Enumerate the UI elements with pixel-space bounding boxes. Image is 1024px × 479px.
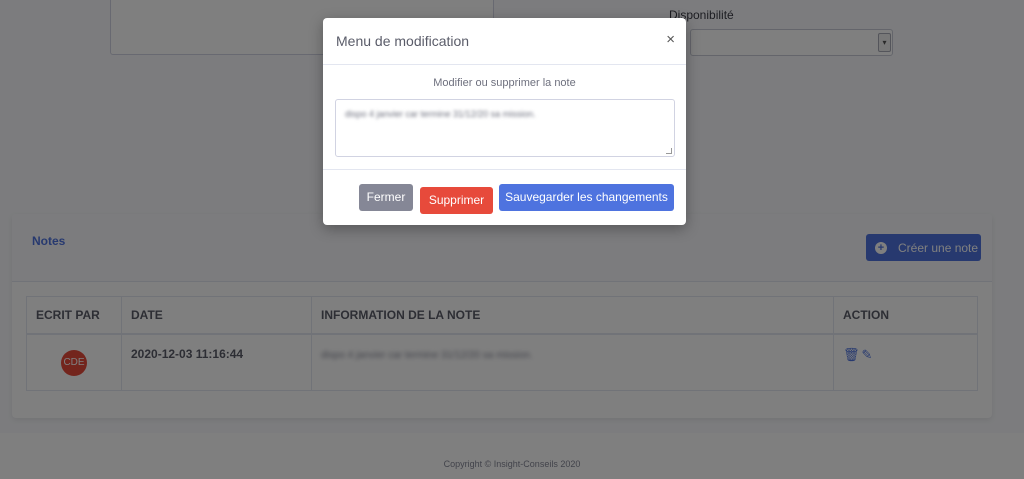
close-button[interactable]: Fermer (359, 184, 413, 211)
modal-body: Modifier ou supprimer la note dispo 4 ja… (323, 65, 686, 169)
modal-footer: Fermer Supprimer Sauvegarder les changem… (323, 169, 686, 225)
modal-label: Modifier ou supprimer la note (433, 77, 576, 89)
modal-title: Menu de modification (336, 33, 470, 49)
delete-button[interactable]: Supprimer (420, 187, 493, 214)
note-textarea[interactable]: dispo 4 janvier car termine 31/12/20 sa … (335, 99, 675, 157)
close-icon[interactable]: × (666, 31, 675, 48)
resize-handle-icon[interactable] (666, 148, 672, 154)
edit-modal: Menu de modification × Modifier ou suppr… (323, 18, 686, 225)
save-changes-button[interactable]: Sauvegarder les changements (499, 184, 674, 211)
modal-header: Menu de modification × (323, 18, 686, 65)
note-textarea-value: dispo 4 janvier car termine 31/12/20 sa … (345, 109, 536, 119)
